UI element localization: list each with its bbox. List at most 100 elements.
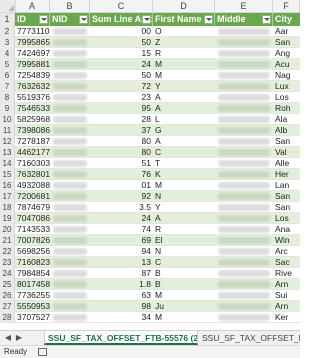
cell-city[interactable]: Lux xyxy=(273,81,300,92)
cell-sum-line-amt[interactable]: 98 xyxy=(90,301,153,312)
cell-first-name[interactable]: Z xyxy=(153,37,215,48)
cell-nid[interactable] xyxy=(50,125,90,136)
prev-sheet-button[interactable]: ◀ xyxy=(3,333,13,343)
cell-sum-line-amt[interactable]: 72 xyxy=(90,81,153,92)
cell-id[interactable]: 7398086 xyxy=(15,125,50,136)
cell-id[interactable]: 7874679 xyxy=(15,202,50,213)
cell-middle[interactable] xyxy=(215,301,273,312)
row-number[interactable]: 13 xyxy=(0,147,15,158)
cell-city[interactable]: San xyxy=(273,191,300,202)
cell-sum-line-amt[interactable]: 01 xyxy=(90,180,153,191)
cell-first-name[interactable]: N xyxy=(153,191,215,202)
cell-first-name[interactable]: A xyxy=(153,92,215,103)
cell-city[interactable]: San xyxy=(273,37,300,48)
cell-sum-line-amt[interactable]: 80 xyxy=(90,147,153,158)
table-row[interactable]: 25 8017458 1.8 B Arn xyxy=(0,279,300,290)
cell-sum-line-amt[interactable]: 63 xyxy=(90,290,153,301)
cell-first-name[interactable]: C xyxy=(153,257,215,268)
cell-middle[interactable] xyxy=(215,213,273,224)
cell-nid[interactable] xyxy=(50,114,90,125)
cell-city[interactable]: Ang xyxy=(273,48,300,59)
cell-city[interactable]: Sac xyxy=(273,257,300,268)
table-row[interactable]: 18 7874679 3.5 Y San xyxy=(0,202,300,213)
table-row[interactable]: 21 7007826 69 El Win xyxy=(0,235,300,246)
filter-dropdown-icon[interactable] xyxy=(39,15,48,24)
cell-nid[interactable] xyxy=(50,70,90,81)
cell-middle[interactable] xyxy=(215,125,273,136)
cell-first-name[interactable]: N xyxy=(153,246,215,257)
cell-first-name[interactable]: M xyxy=(153,312,215,323)
cell-first-name[interactable]: M xyxy=(153,70,215,81)
cell-nid[interactable] xyxy=(50,26,90,37)
cell-sum-line-amt[interactable]: 13 xyxy=(90,257,153,268)
cell-middle[interactable] xyxy=(215,92,273,103)
next-sheet-button[interactable]: ▶ xyxy=(14,333,24,343)
row-number[interactable]: 1 xyxy=(0,13,15,26)
table-row[interactable]: 16 4932088 01 M Lan xyxy=(0,180,300,191)
cell-city[interactable]: Ker xyxy=(273,312,300,323)
cell-sum-line-amt[interactable]: 95 xyxy=(90,103,153,114)
row-number[interactable]: 24 xyxy=(0,268,15,279)
cell-nid[interactable] xyxy=(50,180,90,191)
cell-middle[interactable] xyxy=(215,114,273,125)
cell-middle[interactable] xyxy=(215,279,273,290)
cell-id[interactable]: 5698256 xyxy=(15,246,50,257)
cell-nid[interactable] xyxy=(50,191,90,202)
cell-sum-line-amt[interactable]: 1.8 xyxy=(90,279,153,290)
cell-sum-line-amt[interactable]: 15 xyxy=(90,48,153,59)
cell-id[interactable]: 7424697 xyxy=(15,48,50,59)
row-number[interactable]: 18 xyxy=(0,202,15,213)
cell-middle[interactable] xyxy=(215,191,273,202)
cell-nid[interactable] xyxy=(50,103,90,114)
row-number[interactable]: 27 xyxy=(0,301,15,312)
cell-city[interactable]: San xyxy=(273,202,300,213)
row-number[interactable]: 12 xyxy=(0,136,15,147)
row-number[interactable]: 15 xyxy=(0,169,15,180)
cell-nid[interactable] xyxy=(50,59,90,70)
cell-sum-line-amt[interactable]: 69 xyxy=(90,235,153,246)
cell-middle[interactable] xyxy=(215,37,273,48)
column-letter-e[interactable]: E xyxy=(215,0,273,12)
cell-middle[interactable] xyxy=(215,268,273,279)
cell-middle[interactable] xyxy=(215,147,273,158)
cell-nid[interactable] xyxy=(50,202,90,213)
filter-dropdown-icon[interactable] xyxy=(79,15,88,24)
cell-first-name[interactable]: O xyxy=(153,26,215,37)
cell-sum-line-amt[interactable]: 87 xyxy=(90,268,153,279)
cell-city[interactable]: Sui xyxy=(273,290,300,301)
table-row[interactable]: 28 3707527 34 M Ker xyxy=(0,312,300,323)
data-grid[interactable]: 2 7773110 00 O Aar 3 7995865 50 Z San 4 7424697 15 R A… xyxy=(0,26,300,330)
cell-first-name[interactable]: A xyxy=(153,213,215,224)
table-row[interactable]: 6 7254839 50 M Nag xyxy=(0,70,300,81)
cell-id[interactable]: 7984854 xyxy=(15,268,50,279)
cell-middle[interactable] xyxy=(215,103,273,114)
cell-middle[interactable] xyxy=(215,180,273,191)
cell-nid[interactable] xyxy=(50,213,90,224)
cell-middle[interactable] xyxy=(215,235,273,246)
cell-sum-line-amt[interactable]: 76 xyxy=(90,169,153,180)
cell-first-name[interactable]: A xyxy=(153,136,215,147)
table-row[interactable]: 3 7995865 50 Z San xyxy=(0,37,300,48)
cell-id[interactable]: 7160303 xyxy=(15,158,50,169)
cell-middle[interactable] xyxy=(215,81,273,92)
cell-id[interactable]: 7200681 xyxy=(15,191,50,202)
row-number[interactable]: 28 xyxy=(0,312,15,323)
cell-city[interactable]: Arc xyxy=(273,246,300,257)
cell-first-name[interactable]: El xyxy=(153,235,215,246)
cell-first-name[interactable]: M xyxy=(153,59,215,70)
row-number[interactable]: 7 xyxy=(0,81,15,92)
row-number[interactable]: 9 xyxy=(0,103,15,114)
cell-sum-line-amt[interactable]: 24 xyxy=(90,59,153,70)
cell-city[interactable]: Aar xyxy=(273,26,300,37)
cell-id[interactable]: 7007826 xyxy=(15,235,50,246)
cell-city[interactable]: Rive xyxy=(273,268,300,279)
cell-middle[interactable] xyxy=(215,26,273,37)
header-nid[interactable]: NID xyxy=(50,13,90,26)
table-row[interactable]: 24 7984854 87 B Rive xyxy=(0,268,300,279)
cell-first-name[interactable]: M xyxy=(153,290,215,301)
table-row[interactable]: 10 5825968 28 L Ala xyxy=(0,114,300,125)
row-number[interactable]: 25 xyxy=(0,279,15,290)
header-id[interactable]: ID xyxy=(15,13,50,26)
cell-first-name[interactable]: L xyxy=(153,114,215,125)
cell-first-name[interactable]: R xyxy=(153,48,215,59)
